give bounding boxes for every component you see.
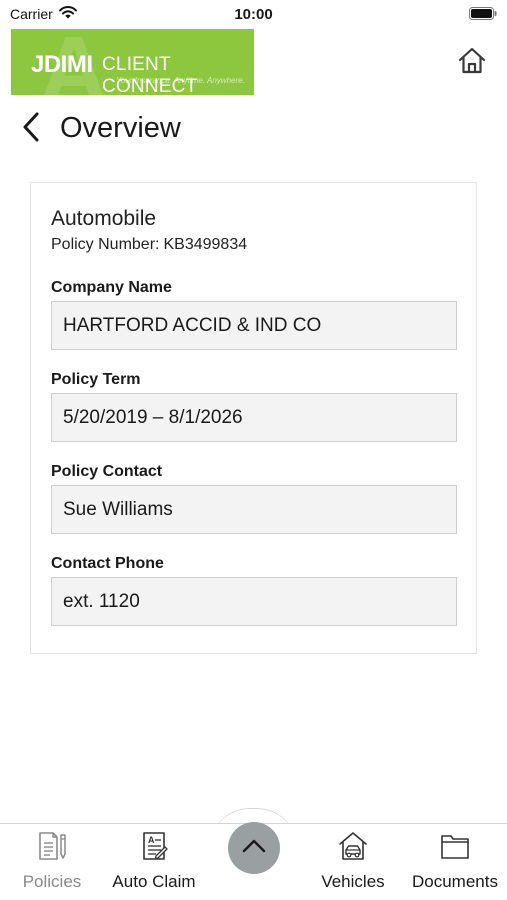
policy-number-row: Policy Number: KB3499834 (51, 236, 247, 254)
policy-term-label: Policy Term (51, 371, 141, 388)
contact-phone-field: Contact Phone ext. 1120 (51, 555, 457, 626)
tab-auto-claim-label: Auto Claim (112, 872, 196, 891)
policies-icon (36, 830, 68, 867)
company-name-field: Company Name HARTFORD ACCID & IND CO (51, 279, 457, 350)
tab-documents[interactable]: Documents (405, 830, 505, 892)
company-name-label: Company Name (51, 279, 172, 296)
tab-policies-label: Policies (22, 872, 82, 891)
policy-number-label: Policy Number: (51, 236, 160, 253)
vehicles-icon (337, 830, 369, 867)
policy-number-value: KB3499834 (163, 236, 248, 253)
logo-jdimi: JDIMI (31, 51, 93, 78)
page-title: Overview (60, 112, 181, 144)
auto-claim-icon: A (138, 830, 170, 867)
status-bar: Carrier 10:00 (0, 0, 507, 28)
policy-type: Automobile (51, 207, 157, 230)
clock: 10:00 (234, 6, 273, 23)
contact-phone-value: ext. 1120 (51, 577, 457, 626)
documents-icon (439, 830, 471, 867)
policy-term-field: Policy Term 5/20/2019 – 8/1/2026 (51, 371, 457, 442)
home-button[interactable] (455, 45, 489, 79)
tab-auto-claim[interactable]: A Auto Claim (104, 830, 204, 892)
battery-icon (469, 7, 497, 25)
tab-vehicles[interactable]: Vehicles (303, 830, 403, 892)
home-icon (457, 45, 487, 80)
logo-client-connect: CLIENT CONNECT (102, 54, 198, 95)
svg-text:A: A (148, 835, 155, 845)
contact-phone-label: Contact Phone (51, 555, 164, 572)
logo-tagline: Your Insurance. Anytime. Anywhere. (116, 76, 245, 85)
policy-card: Automobile Policy Number: KB3499834 Compa… (30, 182, 477, 654)
expand-menu-button[interactable] (228, 822, 280, 874)
chevron-up-icon (242, 838, 266, 859)
policy-contact-value: Sue Williams (51, 485, 457, 534)
company-name-value: HARTFORD ACCID & IND CO (51, 301, 457, 350)
app-logo: A JDIMI CLIENT CONNECT Your Insurance. A… (11, 29, 254, 95)
chevron-left-icon (22, 112, 40, 147)
back-button[interactable] (22, 112, 52, 147)
tab-vehicles-label: Vehicles (321, 872, 385, 891)
tab-documents-label: Documents (412, 872, 498, 891)
tab-policies[interactable]: Policies (2, 830, 102, 892)
policy-term-value: 5/20/2019 – 8/1/2026 (51, 393, 457, 442)
policy-contact-field: Policy Contact Sue Williams (51, 463, 457, 534)
policy-contact-label: Policy Contact (51, 463, 163, 480)
